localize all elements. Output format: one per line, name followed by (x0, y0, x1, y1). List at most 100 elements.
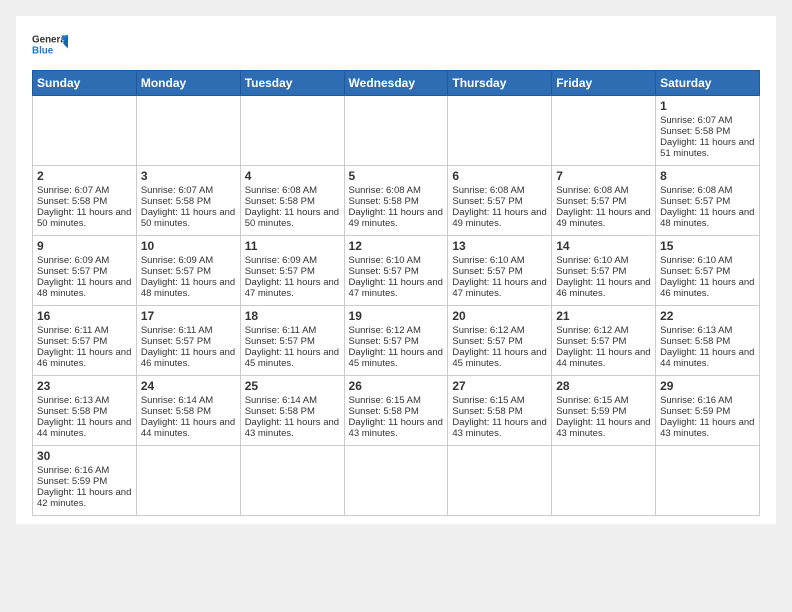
day-info: Daylight: 11 hours and 43 minutes. (349, 417, 444, 439)
logo-icon: General Blue (32, 32, 68, 60)
day-info: Sunset: 5:59 PM (556, 406, 651, 417)
day-info: Sunrise: 6:07 AM (141, 185, 236, 196)
day-info: Sunrise: 6:10 AM (349, 255, 444, 266)
day-info: Daylight: 11 hours and 48 minutes. (660, 207, 755, 229)
day-info: Sunset: 5:57 PM (556, 336, 651, 347)
day-info: Daylight: 11 hours and 44 minutes. (660, 347, 755, 369)
day-info: Sunrise: 6:15 AM (452, 395, 547, 406)
day-info: Sunrise: 6:10 AM (452, 255, 547, 266)
calendar-cell (136, 446, 240, 516)
calendar-week-4: 16Sunrise: 6:11 AMSunset: 5:57 PMDayligh… (33, 306, 760, 376)
calendar-cell (552, 446, 656, 516)
day-info: Sunrise: 6:10 AM (556, 255, 651, 266)
calendar-cell (552, 96, 656, 166)
day-number: 14 (556, 239, 651, 253)
day-info: Sunset: 5:57 PM (556, 266, 651, 277)
day-number: 9 (37, 239, 132, 253)
day-info: Sunset: 5:57 PM (245, 266, 340, 277)
calendar-cell (656, 446, 760, 516)
calendar-cell: 5Sunrise: 6:08 AMSunset: 5:58 PMDaylight… (344, 166, 448, 236)
day-info: Sunrise: 6:09 AM (141, 255, 236, 266)
day-info: Daylight: 11 hours and 45 minutes. (349, 347, 444, 369)
day-number: 17 (141, 309, 236, 323)
calendar-cell: 27Sunrise: 6:15 AMSunset: 5:58 PMDayligh… (448, 376, 552, 446)
day-info: Daylight: 11 hours and 44 minutes. (141, 417, 236, 439)
svg-text:Blue: Blue (32, 45, 54, 56)
day-number: 1 (660, 99, 755, 113)
day-info: Sunrise: 6:16 AM (660, 395, 755, 406)
day-number: 23 (37, 379, 132, 393)
day-number: 7 (556, 169, 651, 183)
day-info: Sunrise: 6:09 AM (245, 255, 340, 266)
weekday-header-tuesday: Tuesday (240, 71, 344, 96)
day-number: 25 (245, 379, 340, 393)
day-info: Sunset: 5:57 PM (349, 266, 444, 277)
weekday-header-thursday: Thursday (448, 71, 552, 96)
day-number: 24 (141, 379, 236, 393)
calendar-cell: 1Sunrise: 6:07 AMSunset: 5:58 PMDaylight… (656, 96, 760, 166)
calendar-week-3: 9Sunrise: 6:09 AMSunset: 5:57 PMDaylight… (33, 236, 760, 306)
calendar-cell (448, 446, 552, 516)
calendar-cell (136, 96, 240, 166)
calendar-week-6: 30Sunrise: 6:16 AMSunset: 5:59 PMDayligh… (33, 446, 760, 516)
weekday-header-row: SundayMondayTuesdayWednesdayThursdayFrid… (33, 71, 760, 96)
calendar-cell: 18Sunrise: 6:11 AMSunset: 5:57 PMDayligh… (240, 306, 344, 376)
day-number: 26 (349, 379, 444, 393)
calendar-cell: 2Sunrise: 6:07 AMSunset: 5:58 PMDaylight… (33, 166, 137, 236)
day-number: 10 (141, 239, 236, 253)
calendar-cell (240, 446, 344, 516)
day-number: 30 (37, 449, 132, 463)
day-number: 4 (245, 169, 340, 183)
calendar-cell: 13Sunrise: 6:10 AMSunset: 5:57 PMDayligh… (448, 236, 552, 306)
day-info: Daylight: 11 hours and 51 minutes. (660, 137, 755, 159)
logo: General Blue (32, 32, 68, 60)
day-info: Sunset: 5:58 PM (245, 196, 340, 207)
day-info: Daylight: 11 hours and 43 minutes. (245, 417, 340, 439)
day-info: Sunrise: 6:11 AM (37, 325, 132, 336)
day-info: Sunset: 5:58 PM (245, 406, 340, 417)
calendar-cell: 20Sunrise: 6:12 AMSunset: 5:57 PMDayligh… (448, 306, 552, 376)
day-info: Sunset: 5:57 PM (37, 266, 132, 277)
day-info: Sunrise: 6:13 AM (37, 395, 132, 406)
day-info: Daylight: 11 hours and 49 minutes. (349, 207, 444, 229)
day-number: 13 (452, 239, 547, 253)
calendar-cell (344, 96, 448, 166)
day-number: 18 (245, 309, 340, 323)
weekday-header-saturday: Saturday (656, 71, 760, 96)
calendar-cell: 29Sunrise: 6:16 AMSunset: 5:59 PMDayligh… (656, 376, 760, 446)
day-info: Sunset: 5:59 PM (660, 406, 755, 417)
weekday-header-friday: Friday (552, 71, 656, 96)
day-info: Sunrise: 6:09 AM (37, 255, 132, 266)
day-number: 6 (452, 169, 547, 183)
calendar-cell: 23Sunrise: 6:13 AMSunset: 5:58 PMDayligh… (33, 376, 137, 446)
day-info: Sunset: 5:57 PM (660, 266, 755, 277)
day-info: Sunrise: 6:15 AM (349, 395, 444, 406)
calendar-cell: 3Sunrise: 6:07 AMSunset: 5:58 PMDaylight… (136, 166, 240, 236)
day-info: Sunrise: 6:12 AM (452, 325, 547, 336)
day-info: Sunset: 5:58 PM (660, 336, 755, 347)
calendar-week-2: 2Sunrise: 6:07 AMSunset: 5:58 PMDaylight… (33, 166, 760, 236)
day-number: 28 (556, 379, 651, 393)
day-info: Sunrise: 6:16 AM (37, 465, 132, 476)
day-number: 21 (556, 309, 651, 323)
calendar-cell (33, 96, 137, 166)
day-info: Sunrise: 6:14 AM (245, 395, 340, 406)
calendar-cell: 30Sunrise: 6:16 AMSunset: 5:59 PMDayligh… (33, 446, 137, 516)
calendar-cell: 15Sunrise: 6:10 AMSunset: 5:57 PMDayligh… (656, 236, 760, 306)
calendar-week-1: 1Sunrise: 6:07 AMSunset: 5:58 PMDaylight… (33, 96, 760, 166)
calendar-cell: 22Sunrise: 6:13 AMSunset: 5:58 PMDayligh… (656, 306, 760, 376)
calendar-cell (240, 96, 344, 166)
day-info: Daylight: 11 hours and 48 minutes. (141, 277, 236, 299)
day-info: Sunrise: 6:12 AM (556, 325, 651, 336)
calendar-cell: 4Sunrise: 6:08 AMSunset: 5:58 PMDaylight… (240, 166, 344, 236)
day-info: Daylight: 11 hours and 44 minutes. (37, 417, 132, 439)
weekday-header-wednesday: Wednesday (344, 71, 448, 96)
day-info: Sunset: 5:58 PM (660, 126, 755, 137)
day-info: Sunrise: 6:13 AM (660, 325, 755, 336)
calendar-table: SundayMondayTuesdayWednesdayThursdayFrid… (32, 70, 760, 516)
day-info: Daylight: 11 hours and 49 minutes. (556, 207, 651, 229)
day-info: Sunset: 5:57 PM (37, 336, 132, 347)
day-info: Sunset: 5:57 PM (141, 266, 236, 277)
day-info: Daylight: 11 hours and 42 minutes. (37, 487, 132, 509)
day-number: 3 (141, 169, 236, 183)
